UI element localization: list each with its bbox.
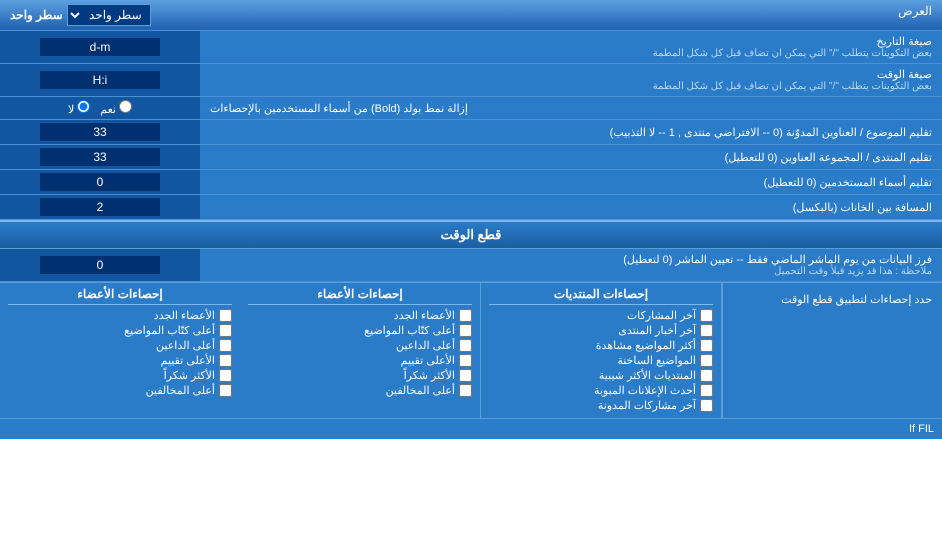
stats-limit-label: حدد إحصاءات لتطبيق قطع الوقت (722, 283, 942, 418)
bold-yes-label: نعم (100, 100, 132, 116)
check-last-posts[interactable] (700, 309, 713, 322)
check-top-writers2[interactable] (219, 324, 232, 337)
stats-col-members2: إحصاءات الأعضاء الأعضاء الجدد أعلى كتّاب… (0, 283, 240, 418)
filter-field-row: فرز البيانات من يوم الماشر الماضي فقط --… (0, 249, 942, 282)
topic-input-cell (0, 120, 200, 144)
stats-col-members-title: إحصاءات الأعضاء (248, 287, 472, 305)
check-top-inviters[interactable] (459, 339, 472, 352)
list-item: أعلى المخالفين (248, 384, 472, 397)
bold-no-label: لا (68, 100, 90, 116)
spacing-input-cell (0, 195, 200, 219)
date-label: صيغة التاريخ بعض التكوينات يتطلب "/" الت… (200, 31, 942, 63)
time-input-cell (0, 64, 200, 96)
forum-field-row: تقليم المنتدى / المجموعة العناوين (0 للت… (0, 145, 942, 170)
topic-input[interactable] (40, 123, 160, 141)
bottom-note: If FIL (0, 418, 942, 439)
username-input-cell (0, 170, 200, 194)
time-label: صيغة الوقت بعض التكوينات يتطلب "/" التي … (200, 64, 942, 96)
stats-section: حدد إحصاءات لتطبيق قطع الوقت إحصاءات الم… (0, 282, 942, 418)
spacing-label: المسافة بين الخانات (بالبكسل) (200, 195, 942, 219)
forum-input-cell (0, 145, 200, 169)
spacing-input[interactable] (40, 198, 160, 216)
username-label: تقليم أسماء المستخدمين (0 للتعطيل) (200, 170, 942, 194)
stats-col-members2-title: إحصاءات الأعضاء (8, 287, 232, 305)
top-select-container: سطر واحد سطران ثلاثة أسطر سطر واحد (0, 0, 161, 30)
time-input[interactable] (40, 71, 160, 89)
check-forum-news[interactable] (700, 324, 713, 337)
bold-label: إزالة نمط بولد (Bold) من أسماء المستخدمي… (200, 97, 942, 119)
check-most-thanked[interactable] (459, 369, 472, 382)
list-item: المنتديات الأكثر شيبية (489, 369, 713, 382)
check-new-members[interactable] (459, 309, 472, 322)
select-label: سطر واحد (10, 8, 63, 22)
stats-col-members: إحصاءات الأعضاء الأعضاء الجدد أعلى كتّاب… (240, 283, 481, 418)
check-blog-posts[interactable] (700, 399, 713, 412)
check-hot-topics[interactable] (700, 354, 713, 367)
topic-label: تقليم الموضوع / العناوين المدوّنة (0 -- … (200, 120, 942, 144)
forum-label: تقليم المنتدى / المجموعة العناوين (0 للت… (200, 145, 942, 169)
list-item: آخر مشاركات المدونة (489, 399, 713, 412)
username-input[interactable] (40, 173, 160, 191)
check-top-inviters2[interactable] (219, 339, 232, 352)
list-item: الأكثر شكراً (248, 369, 472, 382)
filter-label: فرز البيانات من يوم الماشر الماضي فقط --… (200, 249, 942, 281)
check-top-rated2[interactable] (219, 354, 232, 367)
check-new-members2[interactable] (219, 309, 232, 322)
list-item: أعلى المخالفين (8, 384, 232, 397)
date-input-cell (0, 31, 200, 63)
topic-field-row: تقليم الموضوع / العناوين المدوّنة (0 -- … (0, 120, 942, 145)
display-select[interactable]: سطر واحد سطران ثلاثة أسطر (67, 4, 151, 26)
page-title: العرض (161, 0, 942, 30)
list-item: أعلى كتّاب المواضيع (8, 324, 232, 337)
list-item: آخر المشاركات (489, 309, 713, 322)
date-field-row: صيغة التاريخ بعض التكوينات يتطلب "/" الت… (0, 31, 942, 64)
list-item: أكثر المواضيع مشاهدة (489, 339, 713, 352)
bold-field-row: إزالة نمط بولد (Bold) من أسماء المستخدمي… (0, 97, 942, 120)
list-item: الأكثر شكراً (8, 369, 232, 382)
list-item: أعلى كتّاب المواضيع (248, 324, 472, 337)
date-input[interactable] (40, 38, 160, 56)
list-item: المواضيع الساخنة (489, 354, 713, 367)
check-top-rated[interactable] (459, 354, 472, 367)
time-field-row: صيغة الوقت بعض التكوينات يتطلب "/" التي … (0, 64, 942, 97)
filter-input-cell (0, 249, 200, 281)
stats-columns: إحصاءات المنتديات آخر المشاركات آخر أخبا… (0, 283, 722, 418)
filter-input[interactable] (40, 256, 160, 274)
forum-input[interactable] (40, 148, 160, 166)
check-classified-ads[interactable] (700, 384, 713, 397)
section-title: قطع الوقت (0, 220, 942, 249)
check-popular-forums[interactable] (700, 369, 713, 382)
check-top-writers[interactable] (459, 324, 472, 337)
bold-yes-radio[interactable] (119, 100, 132, 113)
list-item: أعلى الداعين (248, 339, 472, 352)
list-item: أحدث الإعلانات المبوبة (489, 384, 713, 397)
list-item: الأعضاء الجدد (248, 309, 472, 322)
check-top-warned[interactable] (459, 384, 472, 397)
username-field-row: تقليم أسماء المستخدمين (0 للتعطيل) (0, 170, 942, 195)
list-item: الأعلى تقييم (8, 354, 232, 367)
spacing-field-row: المسافة بين الخانات (بالبكسل) (0, 195, 942, 220)
check-top-warned2[interactable] (219, 384, 232, 397)
list-item: أعلى الداعين (8, 339, 232, 352)
stats-col-forums-title: إحصاءات المنتديات (489, 287, 713, 305)
check-most-thanked2[interactable] (219, 369, 232, 382)
list-item: آخر أخبار المنتدى (489, 324, 713, 337)
stats-col-forums: إحصاءات المنتديات آخر المشاركات آخر أخبا… (481, 283, 722, 418)
check-most-viewed[interactable] (700, 339, 713, 352)
bold-radio-cell: نعم لا (0, 97, 200, 119)
list-item: الأعلى تقييم (248, 354, 472, 367)
bold-no-radio[interactable] (77, 100, 90, 113)
list-item: الأعضاء الجدد (8, 309, 232, 322)
